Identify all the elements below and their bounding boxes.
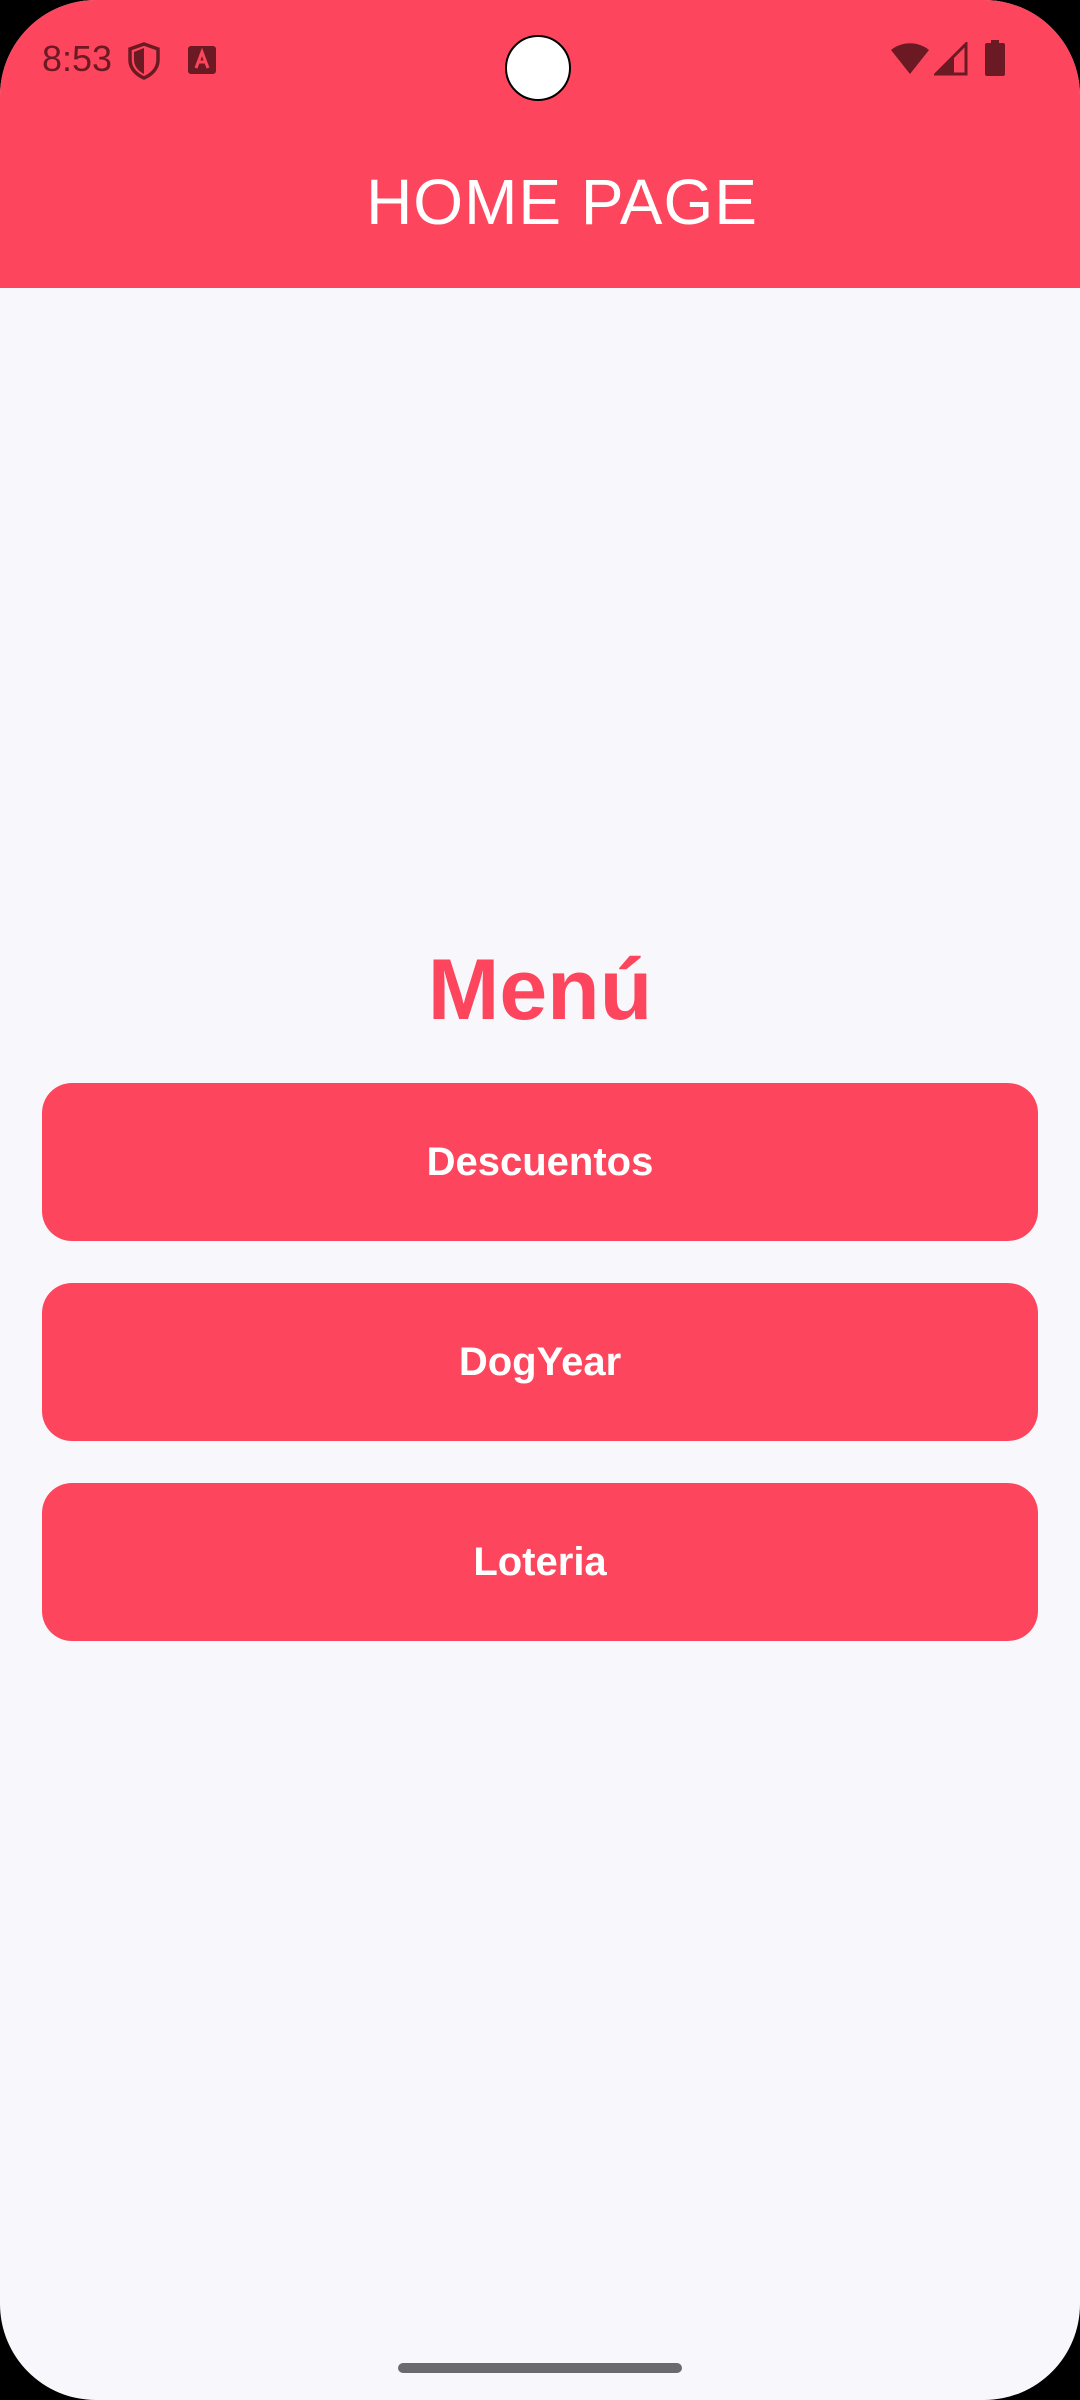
camera-cutout [505, 35, 571, 101]
loteria-button[interactable]: Loteria [42, 1483, 1038, 1641]
app-header: 8:53 HOME PAGE [0, 0, 1080, 288]
page-title: HOME PAGE [366, 166, 758, 238]
status-time: 8:53 [42, 38, 113, 79]
status-bar: 8:53 [0, 0, 1080, 120]
signal-icon [934, 42, 968, 76]
shield-icon [128, 42, 160, 80]
menu-heading: Menú [427, 942, 653, 1038]
descuentos-button[interactable]: Descuentos [42, 1083, 1038, 1241]
app-notification-icon [188, 46, 216, 74]
wifi-icon [891, 43, 929, 74]
home-indicator[interactable] [398, 2363, 682, 2373]
dogyear-button[interactable]: DogYear [42, 1283, 1038, 1441]
battery-icon [985, 40, 1005, 76]
app-screen: 8:53 HOME PAGE Menú Descuentos DogYear L… [0, 0, 1080, 2400]
